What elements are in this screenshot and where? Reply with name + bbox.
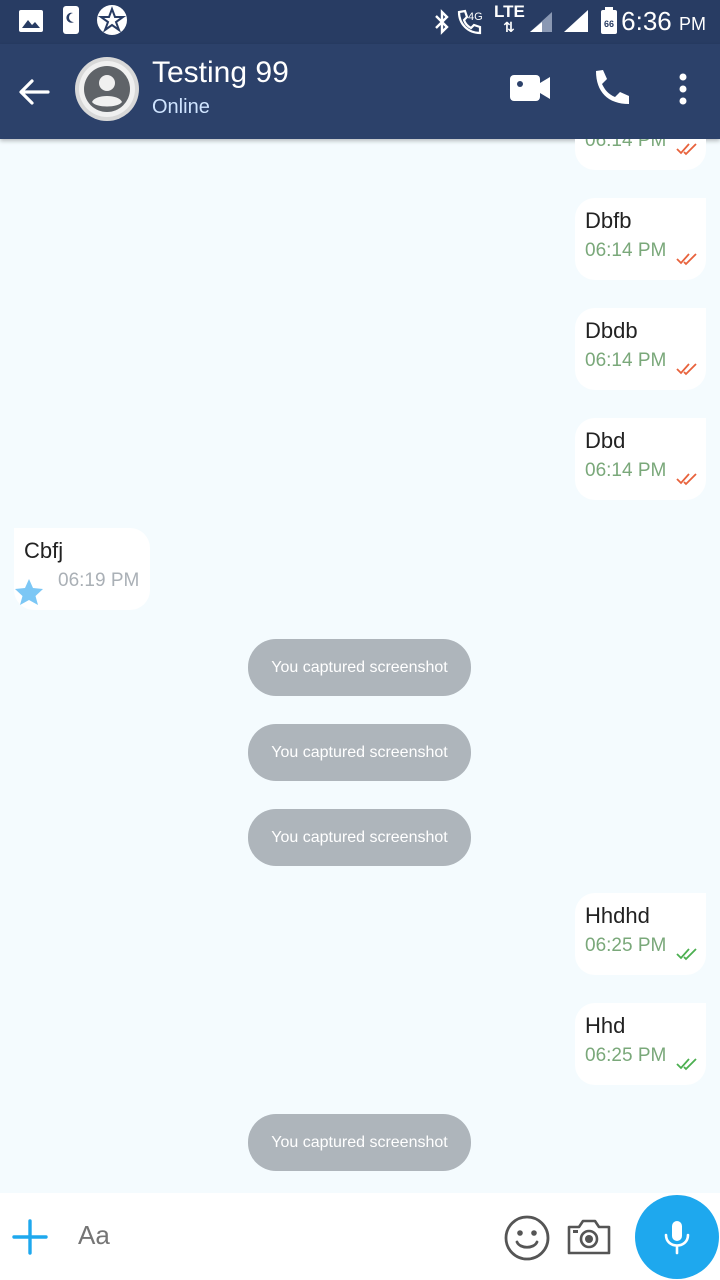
message-outgoing[interactable]: Hhdhd 06:25 PM (575, 893, 706, 975)
message-outgoing[interactable]: Dbdb 06:14 PM (575, 308, 706, 390)
phone-icon[interactable] (590, 66, 634, 110)
message-text: Dbd (585, 428, 626, 453)
clock-time: 6:36 (621, 6, 672, 36)
contact-status: Online (152, 96, 210, 118)
message-outgoing[interactable]: Hhd 06:25 PM (575, 1003, 706, 1085)
svg-text:66: 66 (604, 19, 614, 29)
chat-header: Testing 99 Online (0, 44, 720, 139)
system-message: You captured screenshot (248, 809, 471, 866)
plus-icon[interactable] (12, 1219, 48, 1255)
message-text: Dbdb (585, 318, 638, 343)
svg-text:4G: 4G (468, 11, 483, 23)
lte-indicator: LTE ⇅ (494, 2, 525, 35)
system-message: You captured screenshot (248, 1114, 471, 1171)
message-composer (0, 1193, 720, 1280)
message-outgoing[interactable]: Dbd 06:14 PM (575, 418, 706, 500)
video-camera-icon[interactable] (508, 72, 552, 104)
double-check-icon (676, 253, 697, 266)
gallery-icon (19, 10, 43, 32)
message-outgoing[interactable]: 06:14 PM (575, 139, 706, 170)
microphone-button[interactable] (635, 1195, 719, 1279)
status-bar: 4G LTE ⇅ 66 6:36 PM (0, 0, 720, 44)
avatar[interactable] (75, 57, 139, 121)
system-message: You captured screenshot (248, 724, 471, 781)
double-check-icon (676, 1058, 697, 1071)
double-check-icon (676, 363, 697, 376)
message-text: Cbfj (24, 538, 64, 563)
more-vertical-icon[interactable] (676, 72, 690, 108)
message-list[interactable]: 06:14 PM Dbfb 06:14 PM Dbdb 06:14 PM Dbd… (0, 139, 720, 1193)
bluetooth-icon (435, 9, 449, 35)
camera-icon[interactable] (565, 1217, 613, 1257)
double-check-icon (676, 473, 697, 486)
message-text: Hhdhd (585, 903, 650, 928)
clock-ampm: PM (679, 14, 706, 34)
smiley-icon[interactable] (503, 1214, 551, 1262)
volte-call-icon: 4G (457, 9, 483, 35)
message-input[interactable] (78, 1215, 478, 1255)
star-icon[interactable] (14, 578, 44, 606)
double-check-icon (676, 143, 697, 156)
app-notification-icon (97, 5, 127, 35)
message-outgoing[interactable]: Dbfb 06:14 PM (575, 198, 706, 280)
clock: 6:36 PM (621, 6, 706, 37)
signal-icon-2 (564, 10, 588, 32)
message-text: Dbfb (585, 208, 632, 233)
contact-name[interactable]: Testing 99 (152, 56, 289, 90)
arrow-left-icon[interactable] (14, 72, 54, 112)
user-avatar-icon (79, 61, 135, 117)
signal-icon-1 (530, 12, 552, 32)
message-text: Hhd (585, 1013, 626, 1038)
phone-sleep-icon (63, 6, 79, 34)
battery-icon: 66 (601, 7, 617, 34)
microphone-icon (664, 1221, 690, 1255)
system-message: You captured screenshot (248, 639, 471, 696)
double-check-icon (676, 948, 697, 961)
message-incoming[interactable]: Cbfj 06:19 PM (14, 528, 150, 610)
